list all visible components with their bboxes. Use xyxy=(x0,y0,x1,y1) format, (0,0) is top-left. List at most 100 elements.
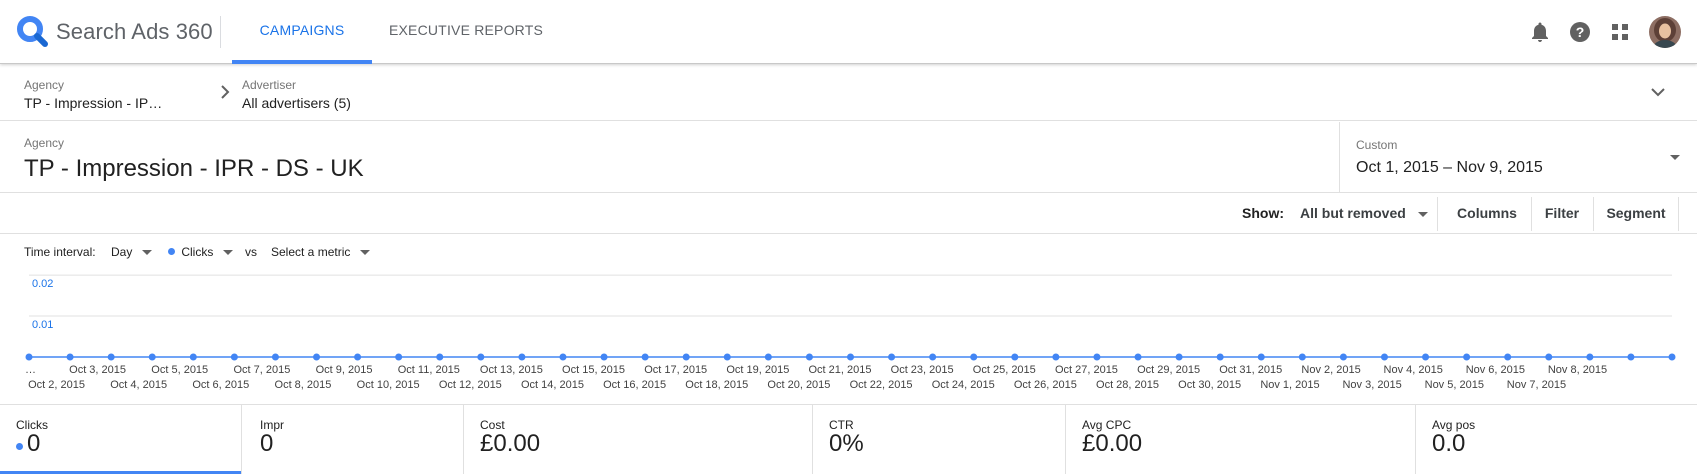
breadcrumb-advertiser-label: Advertiser xyxy=(242,78,297,92)
date-range-value: Oct 1, 2015 – Nov 9, 2015 xyxy=(1356,159,1543,176)
compare-metric-dropdown[interactable]: Select a metric xyxy=(271,245,370,259)
chart-x-tick-label: Oct 16, 2015 xyxy=(603,379,666,391)
chart-x-tick-label: Oct 31, 2015 xyxy=(1219,364,1282,376)
chart-x-tick-label: Oct 27, 2015 xyxy=(1055,364,1118,376)
table-toolbar: Show: All but removed Columns Filter Seg… xyxy=(0,194,1697,234)
scorecard-ctr[interactable]: CTR 0% xyxy=(813,405,1066,474)
show-filter-value: All but removed xyxy=(1300,205,1406,221)
breadcrumb-agency-link[interactable]: TP - Impression - IP… xyxy=(24,95,162,111)
columns-button[interactable]: Columns xyxy=(1442,194,1532,234)
show-label: Show: xyxy=(1242,205,1284,221)
chart-data-point xyxy=(66,353,74,361)
chart-x-tick-label: Oct 12, 2015 xyxy=(439,379,502,391)
chart-data-point xyxy=(1627,353,1635,361)
chart-data-point xyxy=(1463,353,1471,361)
apps-grid-icon[interactable] xyxy=(1608,20,1632,44)
tab-executive-reports[interactable]: EXECUTIVE REPORTS xyxy=(384,0,548,64)
chart-x-tick-label: Nov 2, 2015 xyxy=(1301,364,1360,376)
chart-x-tick-label: Oct 5, 2015 xyxy=(151,364,208,376)
chart-x-tick-label: Oct 20, 2015 xyxy=(767,379,830,391)
chart-data-point xyxy=(1422,353,1430,361)
performance-chart: 0.02 0.01 … Oct 2, 2015 Oct 3, 2015 Oct 4, 20… xyxy=(25,274,1676,391)
scorecard-avg-pos[interactable]: Avg pos 0.0 xyxy=(1416,405,1697,474)
chart-x-tick-label: Oct 7, 2015 xyxy=(233,364,290,376)
chart-data-point xyxy=(559,353,567,361)
chart-data-point xyxy=(25,353,33,361)
chart-x-tick-label: Nov 1, 2015 xyxy=(1260,379,1319,391)
compare-metric-value: Select a metric xyxy=(271,245,351,259)
primary-metric-dropdown[interactable]: Clicks xyxy=(168,245,233,259)
chart-data-point xyxy=(1052,353,1060,361)
chart-data-point xyxy=(477,353,485,361)
chart-x-tick-label: Oct 9, 2015 xyxy=(316,364,373,376)
chart-data-point xyxy=(107,353,115,361)
chart-data-point xyxy=(805,353,813,361)
chart-x-tick-label: Oct 2, 2015 xyxy=(28,379,85,391)
tab-campaigns[interactable]: CAMPAIGNS xyxy=(232,0,372,64)
chart-x-tick-label: Oct 17, 2015 xyxy=(644,364,707,376)
chart-x-tick-label: Oct 18, 2015 xyxy=(685,379,748,391)
top-app-bar: Search Ads 360 CAMPAIGNS EXECUTIVE REPOR… xyxy=(0,0,1697,64)
date-range-label: Custom xyxy=(1356,138,1398,152)
search-ads-logo-icon[interactable] xyxy=(17,16,49,48)
chart-x-tick-label: Oct 24, 2015 xyxy=(932,379,995,391)
chart-y-tick-label: 0.02 xyxy=(32,278,53,290)
time-interval-dropdown[interactable]: Day xyxy=(111,245,152,259)
segment-button[interactable]: Segment xyxy=(1594,194,1678,234)
chart-x-tick-label: Oct 11, 2015 xyxy=(398,364,460,376)
chart-x-tick-label: Oct 6, 2015 xyxy=(192,379,249,391)
show-filter-dropdown[interactable]: All but removed xyxy=(1300,194,1440,234)
filter-button[interactable]: Filter xyxy=(1532,194,1592,234)
app-title[interactable]: Search Ads 360 xyxy=(56,19,213,45)
chart-x-tick-label: Oct 26, 2015 xyxy=(1014,379,1077,391)
bell-icon[interactable] xyxy=(1528,20,1552,44)
chart-data-point xyxy=(189,353,197,361)
chart-data-point xyxy=(1545,353,1553,361)
chart-x-tick-label: Oct 4, 2015 xyxy=(110,379,167,391)
metric-color-dot xyxy=(16,443,23,450)
date-range-picker[interactable]: Custom Oct 1, 2015 – Nov 9, 2015 xyxy=(1339,122,1697,193)
chart-data-point xyxy=(1093,353,1101,361)
dropdown-caret-icon xyxy=(1670,155,1680,160)
chart-x-tick-label: Nov 3, 2015 xyxy=(1342,379,1401,391)
chart-data-point xyxy=(1216,353,1224,361)
chart-data-point xyxy=(1339,353,1347,361)
chart-data-point xyxy=(395,353,403,361)
scorecard-bar: Clicks 0 Impr 0 Cost £0.00 CTR 0% Avg CP… xyxy=(0,404,1697,474)
scorecard-avg-cpc[interactable]: Avg CPC £0.00 xyxy=(1066,405,1416,474)
toolbar-divider xyxy=(1678,197,1679,231)
chevron-down-icon[interactable] xyxy=(1651,87,1665,97)
chart-data-point xyxy=(1257,353,1265,361)
dropdown-caret-icon xyxy=(222,250,233,256)
chart-x-tick-label: Oct 30, 2015 xyxy=(1178,379,1241,391)
chart-data-point xyxy=(1175,353,1183,361)
chart-x-tick-label: Oct 3, 2015 xyxy=(69,364,126,376)
scorecard-value: 0.0 xyxy=(1432,430,1466,457)
chart-x-tick-label: Nov 4, 2015 xyxy=(1384,364,1443,376)
chart-data-point xyxy=(888,353,896,361)
chart-data-point xyxy=(230,353,238,361)
chart-data-point xyxy=(1380,353,1388,361)
chart-data-point xyxy=(1668,353,1676,361)
chart-x-tick-label: Oct 23, 2015 xyxy=(891,364,954,376)
scorecard-clicks[interactable]: Clicks 0 xyxy=(0,405,242,474)
metric-color-dot xyxy=(168,248,175,255)
scorecard-value: 0% xyxy=(829,430,864,457)
dropdown-caret-icon xyxy=(359,250,370,256)
chart-x-tick-label: … xyxy=(25,364,36,376)
chart-data-point xyxy=(1586,353,1594,361)
scorecard-cost[interactable]: Cost £0.00 xyxy=(464,405,813,474)
chart-data-point xyxy=(847,353,854,361)
chart-data-point xyxy=(1504,353,1512,361)
avatar[interactable] xyxy=(1649,16,1681,48)
chart-data-point xyxy=(148,353,156,361)
scorecard-value: 0 xyxy=(27,430,41,457)
vs-label: vs xyxy=(245,245,257,259)
chart-data-point xyxy=(764,353,772,361)
time-interval-label: Time interval: xyxy=(24,245,96,259)
scorecard-impr[interactable]: Impr 0 xyxy=(242,405,464,474)
dropdown-caret-icon xyxy=(1417,211,1428,217)
chart-y-tick-label: 0.01 xyxy=(32,319,53,331)
help-icon[interactable]: ? xyxy=(1568,20,1592,44)
breadcrumb-advertiser-link[interactable]: All advertisers (5) xyxy=(242,95,351,111)
